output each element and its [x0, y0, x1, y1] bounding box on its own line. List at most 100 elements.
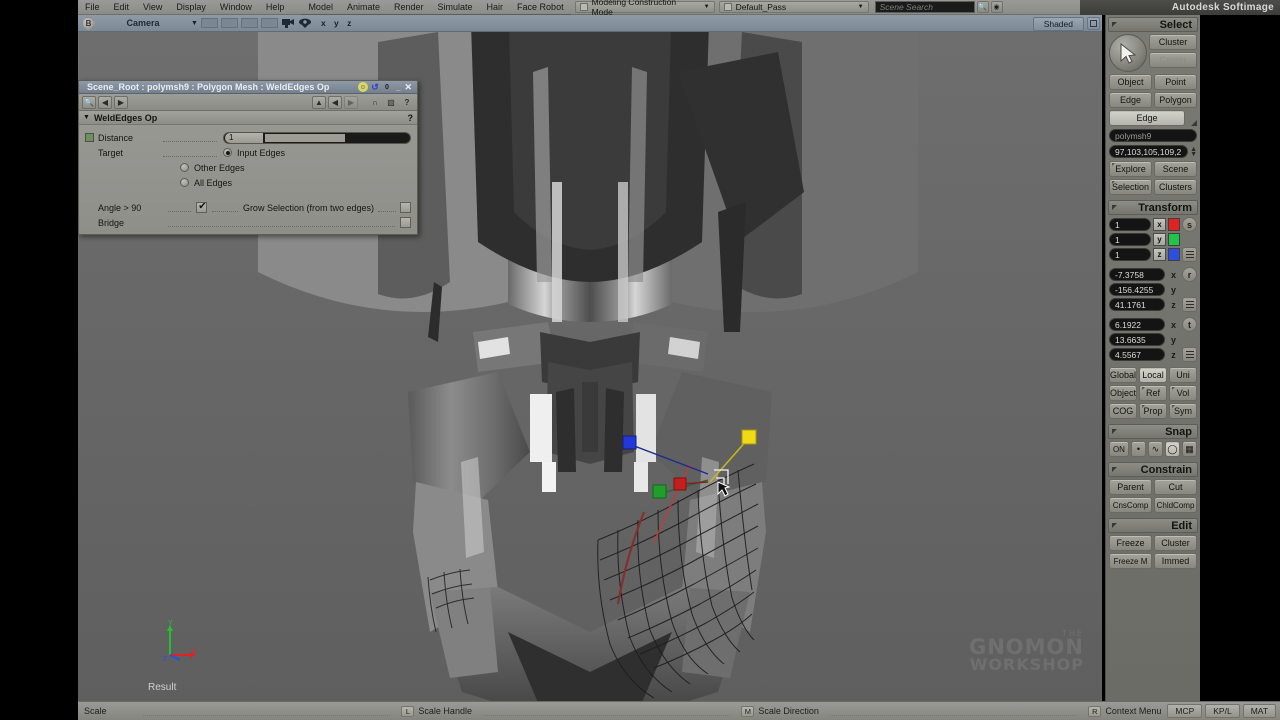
global-button[interactable]: Global [1109, 367, 1138, 383]
snap-on-button[interactable]: ON [1109, 441, 1129, 457]
scale-y-input[interactable]: 1 [1109, 233, 1151, 246]
ppg-next-icon[interactable]: ▶ [114, 95, 128, 109]
menu-model[interactable]: Model [301, 0, 340, 15]
vis-toggle-1[interactable] [200, 18, 218, 28]
object-mode-button[interactable]: Object [1109, 385, 1138, 401]
scale-axis-y-toggle[interactable]: y [1153, 233, 1166, 246]
search-input[interactable]: Scene Search [874, 1, 975, 13]
ppg-keyframe-left-icon[interactable]: ◀ [328, 95, 342, 109]
snap-object-icon[interactable]: ◯ [1164, 441, 1180, 457]
bridge-checkbox[interactable] [400, 217, 411, 228]
ppg-titlebar[interactable]: Scene_Root : polymsh9 : Polygon Mesh : W… [79, 81, 417, 94]
sym-button[interactable]: Sym [1169, 403, 1197, 419]
constrain-section-header[interactable]: Constrain [1108, 462, 1198, 477]
scale-menu-icon[interactable] [1182, 247, 1197, 262]
translate-axis-x-label[interactable]: x [1167, 320, 1180, 330]
angle-checkbox[interactable] [196, 201, 208, 213]
menu-window[interactable]: Window [213, 0, 259, 15]
mcp-toggle-button[interactable]: MCP [1167, 704, 1203, 718]
camera-icon[interactable] [281, 17, 295, 29]
menu-simulate[interactable]: Simulate [430, 0, 480, 15]
ppg-minimize-icon[interactable]: _ [394, 83, 402, 92]
local-button[interactable]: Local [1139, 367, 1168, 383]
ppg-magnet-icon[interactable]: ∩ [368, 96, 382, 109]
ppg-inspect-icon[interactable]: ☺ [358, 82, 368, 92]
selection-button[interactable]: Selection [1109, 179, 1152, 195]
search-options-icon[interactable]: ◉ [990, 1, 1003, 13]
translate-x-input[interactable]: 6.1922 [1109, 318, 1165, 331]
parent-button[interactable]: Parent [1109, 479, 1152, 495]
distance-animate-icon[interactable] [85, 133, 94, 142]
cut-button[interactable]: Cut [1154, 479, 1197, 495]
menu-animate[interactable]: Animate [339, 0, 387, 15]
select-object-button[interactable]: Object [1109, 74, 1152, 90]
maximize-viewport-icon[interactable] [1087, 17, 1100, 30]
component-list-value[interactable]: 97,103,105,109,2 [1109, 145, 1189, 158]
ppg-lock-icon[interactable]: 0 [382, 82, 392, 92]
component-stepper[interactable]: ▲ ▼ [1190, 146, 1197, 158]
mode-expand-icon[interactable] [1187, 110, 1197, 126]
rotate-axis-z-label[interactable]: z [1167, 300, 1180, 310]
scale-axis-z-toggle[interactable]: z [1153, 248, 1166, 261]
mat-toggle-button[interactable]: MAT [1242, 704, 1277, 718]
ppg-prev-icon[interactable]: ◀ [98, 95, 112, 109]
translate-axis-y-label[interactable]: y [1167, 335, 1180, 345]
menu-display[interactable]: Display [169, 0, 213, 15]
kpl-toggle-button[interactable]: KP/L [1205, 704, 1240, 718]
close-icon[interactable]: ✕ [404, 82, 414, 93]
ppg-section-header[interactable]: ▼ WeldEdges Op ? [79, 111, 417, 125]
menu-edit[interactable]: Edit [107, 0, 137, 15]
translate-z-input[interactable]: 4.5567 [1109, 348, 1165, 361]
select-tool-icon[interactable] [1109, 34, 1147, 72]
rotate-menu-icon[interactable] [1182, 297, 1197, 312]
select-polygon-button[interactable]: Polygon [1154, 92, 1197, 108]
center-button[interactable]: Center [1149, 52, 1197, 68]
ppg-keyframe-right-icon[interactable]: ▶ [344, 95, 358, 109]
explore-button[interactable]: Explore [1109, 161, 1152, 177]
menu-view[interactable]: View [136, 0, 169, 15]
ppg-refresh-icon[interactable]: ↺ [370, 82, 380, 92]
select-section-header[interactable]: Select [1108, 17, 1198, 32]
menu-render[interactable]: Render [386, 0, 431, 15]
scale-tool-button[interactable]: s [1182, 217, 1197, 232]
viewport-letter-badge[interactable]: B [82, 16, 95, 30]
rotate-y-input[interactable]: -156.4255 [1109, 283, 1165, 296]
menu-hair[interactable]: Hair [479, 0, 511, 15]
ref-mode-button[interactable]: Ref [1139, 385, 1168, 401]
distance-value-input[interactable]: 1 [225, 132, 263, 143]
rotate-z-input[interactable]: 41.1761 [1109, 298, 1165, 311]
distance-slider[interactable]: 1 [223, 131, 411, 144]
snap-grid-icon[interactable]: ▦ [1181, 441, 1197, 457]
cnscomp-button[interactable]: CnsComp [1109, 497, 1152, 513]
rotate-axis-x-label[interactable]: x [1167, 270, 1180, 280]
construction-mode-dropdown[interactable]: Modeling Construction Mode ▼ [574, 0, 715, 17]
immed-button[interactable]: Immed [1154, 553, 1197, 569]
chldcomp-button[interactable]: ChldComp [1154, 497, 1197, 513]
clusters-button[interactable]: Clusters [1154, 179, 1197, 195]
freeze-m-button[interactable]: Freeze M [1109, 553, 1152, 569]
scene-button[interactable]: Scene [1154, 161, 1197, 177]
scale-x-input[interactable]: 1 [1109, 218, 1151, 231]
cluster-button[interactable]: Cluster [1149, 34, 1197, 50]
vol-mode-button[interactable]: Vol [1169, 385, 1198, 401]
menu-help[interactable]: Help [259, 0, 292, 15]
translate-menu-icon[interactable] [1182, 347, 1197, 362]
snap-section-header[interactable]: Snap [1108, 424, 1198, 439]
translate-y-input[interactable]: 13.6635 [1109, 333, 1165, 346]
rotate-x-input[interactable]: -7.3758 [1109, 268, 1165, 281]
cog-button[interactable]: COG [1109, 403, 1137, 419]
ppg-help-icon[interactable]: ? [400, 96, 414, 109]
vis-toggle-3[interactable] [240, 18, 258, 28]
radio-input-edges[interactable] [223, 148, 232, 157]
freeze-button[interactable]: Freeze [1109, 535, 1152, 551]
viewport-camera-label[interactable]: Camera [98, 18, 188, 28]
pass-dropdown[interactable]: Default_Pass ▼ [718, 1, 869, 13]
ppg-section-help-icon[interactable]: ? [408, 113, 414, 123]
cluster-edit-button[interactable]: Cluster [1154, 535, 1197, 551]
ppg-inspect-tool-icon[interactable]: 🔍 [82, 95, 96, 109]
transform-section-header[interactable]: Transform [1108, 200, 1198, 215]
edit-section-header[interactable]: Edit [1108, 518, 1198, 533]
vis-toggle-2[interactable] [220, 18, 238, 28]
chevron-down-icon[interactable]: ▼ [191, 20, 198, 27]
translate-axis-z-label[interactable]: z [1167, 350, 1180, 360]
